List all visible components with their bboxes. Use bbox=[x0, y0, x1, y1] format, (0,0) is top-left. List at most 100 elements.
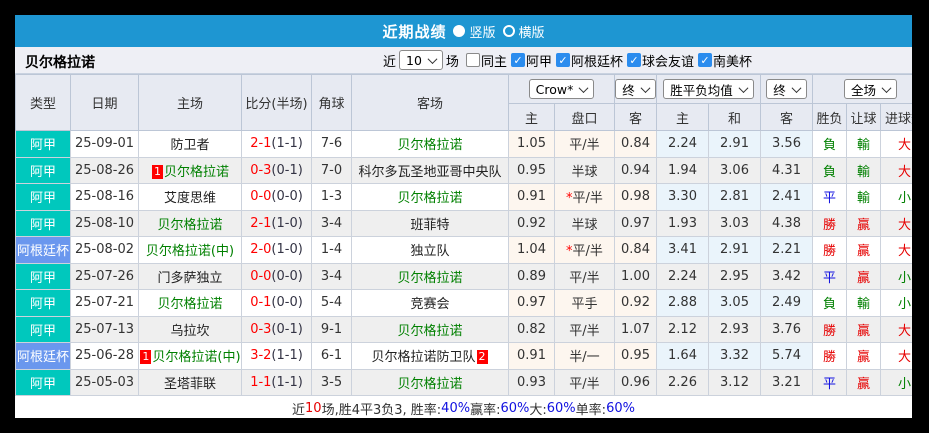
avg-draw: 2.91 bbox=[707, 130, 762, 158]
avg-away: 3.21 bbox=[760, 368, 814, 396]
home-team-cell: 贝尔格拉诺 bbox=[138, 209, 242, 237]
avg-home: 2.24 bbox=[656, 262, 709, 290]
away-team-cell: 科尔多瓦圣地亚哥中央队 bbox=[351, 156, 509, 184]
col-header-away: 客场 bbox=[351, 74, 509, 131]
home-team-cell: 防卫者 bbox=[138, 130, 242, 158]
avg-away: 4.38 bbox=[760, 209, 814, 237]
halftime-score: (1-0) bbox=[271, 215, 303, 231]
team-name: 贝尔格拉诺 bbox=[25, 55, 95, 71]
match-date: 25-05-03 bbox=[70, 368, 139, 396]
score-cell: 0-3(0-1) bbox=[241, 315, 312, 343]
odds-company-select[interactable]: Crow* bbox=[528, 79, 595, 99]
odds-handicap: 平/半 bbox=[554, 368, 615, 396]
odds-home: 0.91 bbox=[508, 183, 555, 211]
odds-handicap: 平/半 bbox=[554, 130, 615, 158]
handicap-result-cell: 贏 bbox=[846, 342, 882, 370]
away-team-cell: 贝尔格拉诺 bbox=[351, 262, 509, 290]
sub-header-result: 胜负 bbox=[812, 103, 848, 131]
odds-home: 1.05 bbox=[508, 130, 555, 158]
sub-header-avg-home: 主 bbox=[656, 103, 709, 131]
home-team-cell: 1 贝尔格拉诺 bbox=[138, 156, 242, 184]
avg-odds-value: 胜平负均值 bbox=[670, 82, 733, 98]
team-link: 贝尔格拉诺 bbox=[157, 217, 223, 233]
odds-away: 0.92 bbox=[614, 289, 657, 317]
away-team-cell: 贝尔格拉诺 bbox=[351, 368, 509, 396]
avg-away: 5.74 bbox=[760, 342, 814, 370]
fullmatch-select[interactable]: 全场 bbox=[844, 79, 898, 99]
avg-home: 3.41 bbox=[656, 236, 709, 264]
fullmatch-value: 全场 bbox=[851, 82, 877, 98]
halftime-score: (1-0) bbox=[271, 242, 303, 258]
odds-away: 1.07 bbox=[614, 315, 657, 343]
chevron-down-icon bbox=[427, 53, 438, 64]
checkbox-checked-icon[interactable] bbox=[555, 53, 570, 67]
result-cell: 勝 bbox=[812, 236, 848, 264]
summary-segment: 场,胜4平3负3, 胜率: bbox=[321, 403, 442, 418]
halftime-score: (0-0) bbox=[271, 268, 303, 284]
odds-home: 0.93 bbox=[508, 368, 555, 396]
halftime-score: (0-0) bbox=[271, 189, 303, 205]
team-link: 贝尔格拉诺(中) bbox=[145, 244, 235, 260]
checkbox-label: 阿根廷杯 bbox=[570, 54, 623, 70]
league-type-cell: 阿甲 bbox=[15, 262, 71, 290]
table-row: 阿根廷杯 25-06-28 1 贝尔格拉诺(中) 3-2(1-1) 6-1 贝尔格拉诺防卫队… bbox=[15, 342, 912, 370]
avg-away: 2.41 bbox=[760, 183, 814, 211]
handicap-result-cell: 輸 bbox=[846, 183, 882, 211]
away-team-cell: 贝尔格拉诺 bbox=[351, 130, 509, 158]
goals-result-cell: 大 bbox=[880, 209, 912, 237]
odds-away: 0.98 bbox=[614, 183, 657, 211]
home-team-cell: 门多萨独立 bbox=[138, 262, 242, 290]
filter-checkbox-item: 阿根廷杯 bbox=[555, 51, 623, 70]
score-cell: 0-3(0-1) bbox=[241, 156, 312, 184]
checkbox-unchecked-icon[interactable] bbox=[465, 53, 480, 67]
avg-final-header: 终 bbox=[760, 74, 814, 104]
home-team-cell: 圣塔菲联 bbox=[138, 368, 242, 396]
layout-radio-option[interactable]: 横版 bbox=[502, 22, 545, 41]
corner-cell: 5-4 bbox=[311, 289, 352, 317]
away-team-cell: 贝尔格拉诺 bbox=[351, 315, 509, 343]
checkbox-checked-icon[interactable] bbox=[626, 53, 641, 67]
chevron-down-icon bbox=[791, 82, 802, 93]
panel-title: 近期战绩 bbox=[382, 22, 447, 41]
avg-home: 2.24 bbox=[656, 130, 709, 158]
layout-radio-option[interactable]: 竖版 bbox=[453, 22, 496, 41]
odds-away: 1.00 bbox=[614, 262, 657, 290]
table-row: 阿甲 25-07-13 乌拉坎 0-3(0-1) 9-1 贝尔格拉诺 0.82 平/半 1.07… bbox=[15, 315, 912, 343]
odds-final-value: 终 bbox=[622, 82, 635, 98]
team-link: 圣塔菲联 bbox=[163, 376, 216, 392]
avg-home: 1.94 bbox=[656, 156, 709, 184]
avg-away: 4.31 bbox=[760, 156, 814, 184]
table-row: 阿甲 25-07-26 门多萨独立 0-0(0-0) 3-4 贝尔格拉诺 0.89 平/半 1.… bbox=[15, 262, 912, 290]
fulltime-score: 2-1 bbox=[250, 215, 272, 231]
table-row: 阿甲 25-05-03 圣塔菲联 1-1(1-1) 3-5 贝尔格拉诺 0.93 平/半 0.9… bbox=[15, 368, 912, 396]
halftime-score: (0-1) bbox=[271, 162, 303, 178]
radio-unselected-icon bbox=[502, 25, 515, 37]
avg-away: 3.76 bbox=[760, 315, 814, 343]
table-row: 阿甲 25-08-10 贝尔格拉诺 2-1(1-0) 3-4 班菲特 0.92 半球 0.97 1… bbox=[15, 209, 912, 237]
avg-odds-select[interactable]: 胜平负均值 bbox=[663, 79, 754, 99]
sub-header-avg-draw: 和 bbox=[707, 103, 762, 131]
away-team-cell: 贝尔格拉诺 bbox=[351, 183, 509, 211]
handicap-result-cell: 贏 bbox=[846, 236, 882, 264]
avg-final-select[interactable]: 终 bbox=[766, 79, 807, 99]
fulltime-score: 0-3 bbox=[250, 162, 272, 178]
team-link: 独立队 bbox=[410, 244, 450, 260]
checkbox-checked-icon[interactable] bbox=[698, 53, 712, 67]
result-cell: 負 bbox=[812, 156, 848, 184]
recent-count-select[interactable]: 10 bbox=[399, 50, 443, 70]
team-link: 贝尔格拉诺 bbox=[157, 297, 223, 313]
corner-cell: 3-4 bbox=[311, 209, 352, 237]
checkbox-checked-icon[interactable] bbox=[510, 53, 525, 67]
odds-away: 0.84 bbox=[614, 236, 657, 264]
goals-result-cell: 大 bbox=[880, 130, 912, 158]
result-cell: 勝 bbox=[812, 315, 848, 343]
odds-final-select[interactable]: 终 bbox=[615, 79, 656, 99]
odds-away: 0.84 bbox=[614, 130, 657, 158]
table-row: 阿甲 25-09-01 防卫者 2-1(1-1) 7-6 贝尔格拉诺 1.05 平/半 0.84… bbox=[15, 130, 912, 158]
live-star-icon: * bbox=[566, 244, 573, 260]
col-header-corner: 角球 bbox=[311, 74, 352, 131]
league-type-cell: 阿甲 bbox=[15, 315, 71, 343]
avg-home: 1.93 bbox=[656, 209, 709, 237]
fulltime-score: 0-3 bbox=[250, 321, 272, 337]
corner-cell: 3-5 bbox=[311, 368, 352, 396]
